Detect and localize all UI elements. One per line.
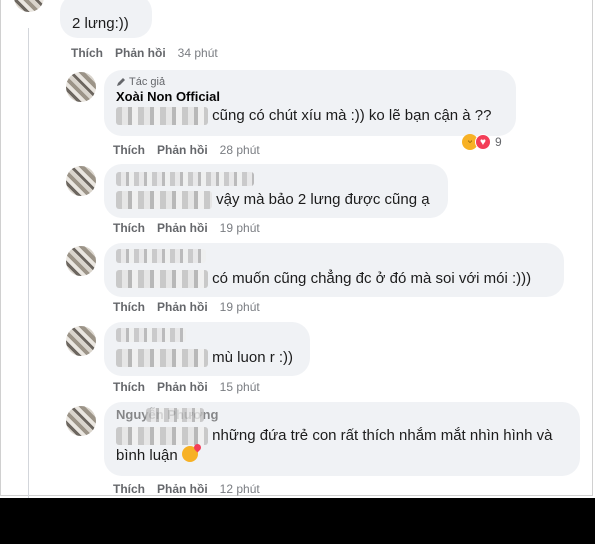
pencil-icon [117,78,125,86]
comment-body: có muốn cũng chẳng đc ở đó mà soi với mó… [116,269,552,289]
author-badge: Tác giả [116,76,504,88]
comment-bubble: có muốn cũng chẳng đc ở đó mà soi với mó… [104,243,564,297]
comment-text: bình luận [116,447,178,464]
comment-text: có muốn cũng chẳng đc ở đó mà soi với mó… [212,270,532,287]
blurred-author-name [146,408,204,422]
comment-body: cũng có chút xíu mà :)) ko lẽ bạn cận à … [116,106,504,126]
like-button[interactable]: Thích [71,46,103,60]
timestamp[interactable]: 19 phút [220,300,260,314]
author-name[interactable]: Xoài Non Official [116,89,504,104]
timestamp[interactable]: 19 phút [220,221,260,235]
blurred-mention [116,191,212,210]
like-button[interactable]: Thích [113,482,145,496]
reply-button[interactable]: Phản hồi [157,300,208,314]
comment-actions: Thích Phản hồi 12 phút [113,482,272,496]
reply-button[interactable]: Phản hồi [157,221,208,235]
comment-bubble: mù luon r :)) [104,322,310,376]
blurred-mention [116,270,208,289]
comment-bubble: 2 lưng:)) [60,0,152,38]
comment-actions: Thích Phản hồi 15 phút [113,380,272,394]
blurred-mention [116,107,208,126]
timestamp[interactable]: 34 phút [178,46,218,60]
thread-line [28,28,29,498]
comment-actions: Thích Phản hồi 34 phút [71,46,230,60]
timestamp[interactable]: 12 phút [220,482,260,496]
comment-text: cũng có chút xíu mà :)) ko lẽ bạn cận à … [212,107,492,124]
blurred-author-name [116,249,206,263]
timestamp[interactable]: 15 phút [220,380,260,394]
like-button[interactable]: Thích [113,300,145,314]
heart-eyes-emoji-icon [181,446,198,462]
comment-author-row: Nguyễn Phương [116,407,568,423]
blurred-mention [116,349,208,368]
avatar[interactable] [66,166,96,196]
comment-bubble: Tác giả Xoài Non Official cũng có chút x… [104,70,516,136]
comment-actions: Thích Phản hồi 19 phút [113,300,272,314]
timestamp[interactable]: 28 phút [220,143,260,157]
comment-body: những đứa trẻ con rất thích nhắm mắt nhì… [116,426,568,446]
author-badge-label: Tác giả [129,76,166,88]
comment-text: 2 lưng:)) [72,15,129,32]
comment-text: mù luon r :)) [212,349,294,366]
comment-body-line2: bình luận [116,446,568,466]
reply-button[interactable]: Phản hồi [157,143,208,157]
comment-body: mù luon r :)) [116,348,298,368]
reply-button[interactable]: Phản hồi [157,380,208,394]
comment-bubble: Nguyễn Phương những đứa trẻ con rất thíc… [104,402,580,476]
like-button[interactable]: Thích [113,380,145,394]
blurred-author-name [116,172,254,186]
like-button[interactable]: Thích [113,143,145,157]
reply-button[interactable]: Phản hồi [157,482,208,496]
comment-text: vậy mà bảo 2 lưng được cũng ạ [216,191,430,208]
reply-button[interactable]: Phản hồi [115,46,166,60]
reaction-count: 9 [495,135,502,149]
comment-text: những đứa trẻ con rất thích nhắm mắt nhì… [212,427,553,444]
avatar[interactable] [66,72,96,102]
avatar[interactable] [66,406,96,436]
like-button[interactable]: Thích [113,221,145,235]
reaction-summary[interactable]: ᵕ ♥ 9 [462,134,502,150]
avatar[interactable] [66,246,96,276]
comment-body: vậy mà bảo 2 lưng được cũng ạ [116,190,436,210]
comment-actions: Thích Phản hồi 19 phút [113,221,272,235]
bottom-black-bar [0,498,595,544]
blurred-mention [116,427,208,446]
avatar[interactable] [66,326,96,356]
comment-bubble: vậy mà bảo 2 lưng được cũng ạ [104,164,448,218]
love-reaction-icon: ♥ [475,134,491,150]
comment-actions: Thích Phản hồi 28 phút [113,143,272,157]
blurred-author-name [116,328,186,342]
